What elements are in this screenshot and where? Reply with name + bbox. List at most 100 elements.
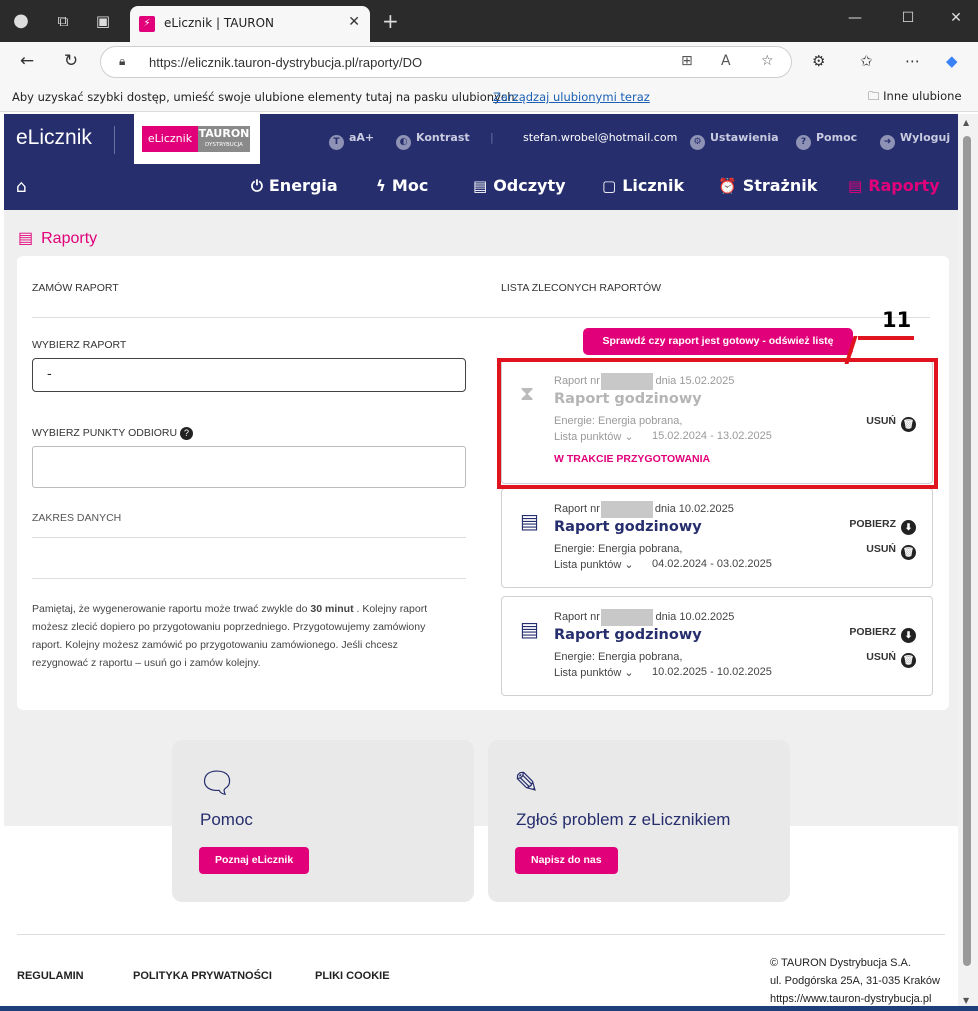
address-toolbar: ← ↻ 🔒︎ https://elicznik.tauron-dystrybuc… xyxy=(0,42,978,82)
redacted-number xyxy=(601,501,653,518)
choose-report-select[interactable]: - xyxy=(32,358,466,392)
header-divider xyxy=(32,317,930,318)
refresh-list-button[interactable]: Sprawdź czy raport jest gotowy - odśwież… xyxy=(583,328,853,355)
other-favorites-folder[interactable]: 🗀 Inne ulubione xyxy=(868,89,962,108)
extensions-icon[interactable]: ⚙ xyxy=(812,52,825,70)
report-number-prefix: Raport nr xyxy=(554,503,600,515)
new-tab-icon[interactable]: + xyxy=(382,9,399,33)
close-window-icon[interactable]: ✕ xyxy=(946,10,966,26)
scroll-down-icon[interactable]: ▼ xyxy=(963,996,969,1005)
write-to-us-button[interactable]: Napisz do nas xyxy=(515,847,618,874)
favorite-star-icon[interactable]: ☆ xyxy=(761,53,774,69)
maximize-icon[interactable]: ☐ xyxy=(898,10,918,26)
redacted-number xyxy=(601,609,653,626)
delete-button[interactable]: USUŃ 🗑︎ xyxy=(866,651,916,668)
footer-company: © TAURON Dystrybucja S.A. xyxy=(770,957,911,969)
info-note: Pamiętaj, że wygenerowanie raportu może … xyxy=(32,600,442,672)
annotation-highlight-box xyxy=(497,358,938,489)
menu-straznik-label: Strażnik xyxy=(742,176,818,195)
tauron-logo[interactable]: eLicznik TAURON DYSTRYBUCJA xyxy=(134,114,260,164)
help-button[interactable]: ? Pomoc xyxy=(796,131,857,150)
scroll-up-icon[interactable]: ▲ xyxy=(963,118,969,127)
footer-address: © TAURON Dystrybucja S.A. ul. Podgórska … xyxy=(770,954,940,1008)
trash-icon: 🗑︎ xyxy=(901,653,916,668)
minimize-icon[interactable]: — xyxy=(845,10,865,26)
tab-actions-icon[interactable]: ▣ xyxy=(92,10,114,32)
menu-odczyty[interactable]: ▤ Odczyty xyxy=(473,176,566,195)
logout-button[interactable]: ➜ Wyloguj xyxy=(880,131,950,150)
report-date: dnia 10.02.2025 xyxy=(654,503,734,515)
logo-tauron: TAURON DYSTRYBUCJA xyxy=(198,126,250,152)
help-tile-title: Pomoc xyxy=(200,810,253,829)
lock-icon[interactable]: 🔒︎ xyxy=(119,54,125,69)
collections-icon[interactable]: ⧉ xyxy=(52,10,74,32)
footer-cookies-link[interactable]: PLIKI COOKIE xyxy=(315,970,390,982)
document-icon: ▤ xyxy=(520,617,539,641)
menu-licznik[interactable]: ▢ Licznik xyxy=(602,176,684,195)
page-scrollbar[interactable]: ▲ ▼ xyxy=(958,114,978,1011)
back-icon[interactable]: ← xyxy=(16,51,38,71)
favbar-hint: Aby uzyskać szybki dostęp, umieść swoje … xyxy=(12,90,519,104)
home-icon[interactable]: ⌂ xyxy=(16,177,27,197)
download-icon: ⬇ xyxy=(901,628,916,643)
logout-arrow-icon: ➜ xyxy=(880,135,895,150)
download-icon: ⬇ xyxy=(901,520,916,535)
annotation-line xyxy=(858,336,914,340)
favorites-bar: Aby uzyskać szybki dostęp, umieść swoje … xyxy=(0,82,978,112)
points-list-toggle[interactable]: Lista punktów ⌄ xyxy=(554,558,634,571)
points-list-toggle[interactable]: Lista punktów ⌄ xyxy=(554,666,634,679)
read-aloud-icon[interactable]: A xyxy=(721,53,731,69)
user-email: stefan.wrobel@hotmail.com xyxy=(523,131,678,144)
note-bold: 30 minut xyxy=(310,603,354,615)
profile-icon[interactable]: ● xyxy=(10,10,32,32)
other-favorites-label: Inne ulubione xyxy=(883,89,962,103)
points-list-label: Lista punktów xyxy=(554,559,622,571)
brand-title[interactable]: eLicznik xyxy=(16,126,92,150)
footer-regulamin-link[interactable]: REGULAMIN xyxy=(17,970,84,982)
contrast-button[interactable]: ◐ Kontrast xyxy=(396,131,470,150)
menu-energia-label: Energia xyxy=(268,176,338,195)
chevron-down-icon: ⌄ xyxy=(624,667,634,679)
plug-icon: ⏻ xyxy=(251,177,263,195)
choose-points-input[interactable] xyxy=(32,446,466,488)
menu-straznik[interactable]: ⏰ Strażnik xyxy=(718,176,817,195)
close-tab-icon[interactable]: ✕ xyxy=(348,14,360,30)
logo-tauron-text: TAURON xyxy=(198,127,250,140)
help-question-icon[interactable]: ? xyxy=(180,427,193,440)
brand-divider xyxy=(114,126,115,154)
browser-tab[interactable]: ⚡ eLicznik | TAURON ✕ xyxy=(130,6,370,42)
learn-elicznik-button[interactable]: Poznaj eLicznik xyxy=(199,847,310,874)
scroll-thumb[interactable] xyxy=(963,136,971,966)
menu-energia[interactable]: ⏻ Energia xyxy=(251,176,338,195)
url-text: https://elicznik.tauron-dystrybucja.pl/r… xyxy=(149,55,423,70)
points-list-label: Lista punktów xyxy=(554,667,622,679)
download-button[interactable]: POBIERZ ⬇ xyxy=(849,518,916,535)
site-viewport: eLicznik eLicznik TAURON DYSTRYBUCJA TaA+… xyxy=(4,114,958,1011)
manage-favorites-link[interactable]: Zarządzaj ulubionymi teraz xyxy=(493,90,650,104)
delete-label: USUŃ xyxy=(866,651,896,663)
settings-button[interactable]: ⚙ Ustawienia xyxy=(690,131,779,150)
menu-raporty[interactable]: ▤ Raporty xyxy=(848,176,940,195)
more-menu-icon[interactable]: ⋯ xyxy=(905,52,920,70)
download-button[interactable]: POBIERZ ⬇ xyxy=(849,626,916,643)
download-label: POBIERZ xyxy=(849,626,896,638)
footer-street: ul. Podgórska 25A, 31-035 Kraków xyxy=(770,975,940,987)
contrast-label: Kontrast xyxy=(416,131,470,144)
clipboard-icon: ▤ xyxy=(473,177,488,195)
top-divider: | xyxy=(490,131,494,144)
copilot-icon[interactable]: ◆ xyxy=(946,52,958,70)
trash-icon: 🗑︎ xyxy=(901,545,916,560)
download-label: POBIERZ xyxy=(849,518,896,530)
app-available-icon[interactable]: ⊞ xyxy=(681,53,693,69)
footer-privacy-link[interactable]: POLITYKA PRYWATNOŚCI xyxy=(133,970,272,982)
delete-button[interactable]: USUŃ 🗑︎ xyxy=(866,543,916,560)
font-size-icon: T xyxy=(329,135,344,150)
settings-label: Ustawienia xyxy=(710,131,779,144)
logo-elicznik: eLicznik xyxy=(142,126,198,152)
menu-moc[interactable]: ϟ Moc xyxy=(376,176,428,195)
reload-icon[interactable]: ↻ xyxy=(60,51,82,71)
report-icon: ▤ xyxy=(848,177,863,195)
favorites-icon[interactable]: ✩ xyxy=(860,52,873,70)
font-size-button[interactable]: TaA+ xyxy=(329,131,374,150)
url-bar[interactable]: 🔒︎ https://elicznik.tauron-dystrybucja.p… xyxy=(100,46,792,78)
